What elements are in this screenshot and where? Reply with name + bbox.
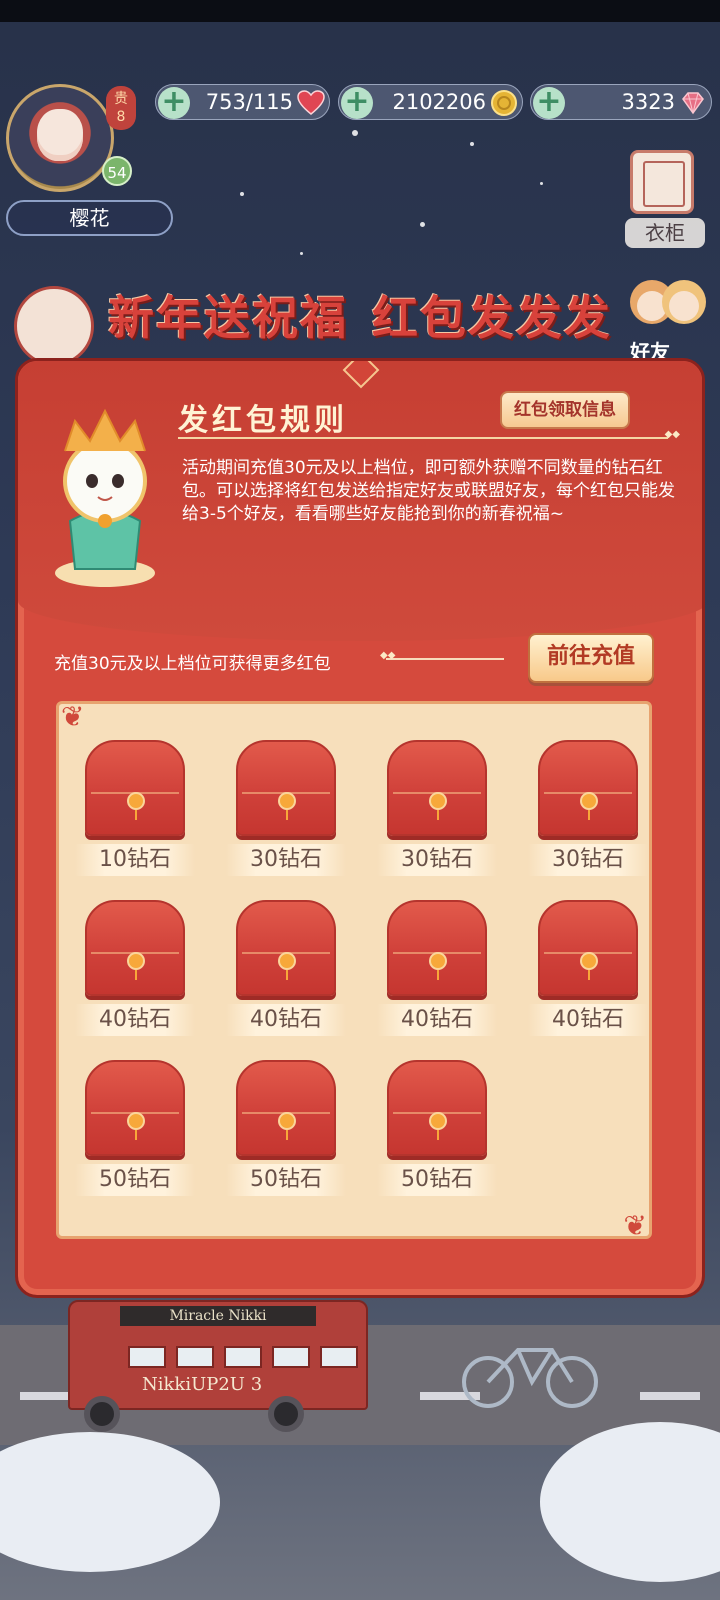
envelope-amount: 30钻石 (377, 844, 497, 876)
envelope-amount: 30钻石 (226, 844, 346, 876)
envelope-amount: 40钻石 (528, 1004, 648, 1036)
red-envelope-icon (85, 900, 185, 996)
wardrobe-button[interactable]: 衣柜 (625, 218, 705, 248)
vip-badge: 贵 8 (106, 86, 136, 130)
red-envelope-item[interactable]: 40钻石 (226, 900, 346, 1040)
red-envelope-icon (236, 1060, 336, 1156)
red-envelope-item[interactable]: 40钻石 (377, 900, 497, 1040)
gold-coin-icon (491, 90, 517, 116)
gold-clasp-icon (580, 952, 598, 980)
gold-clasp-icon (429, 1112, 447, 1140)
bus-logo: NikkiUP2U 3 (142, 1374, 263, 1395)
envelope-amount: 30钻石 (528, 844, 648, 876)
red-envelope-item[interactable]: 30钻石 (377, 740, 497, 880)
red-envelope-panel: 发红包规则 红包领取信息 活动期间充值30元及以上档位，即可额外获赠不同数量的钻… (15, 358, 705, 1298)
red-envelope-icon (538, 900, 638, 996)
red-envelope-icon (387, 1060, 487, 1156)
red-envelope-icon (236, 740, 336, 836)
red-envelope-icon (387, 900, 487, 996)
red-envelope-item[interactable]: 30钻石 (226, 740, 346, 880)
red-envelope-icon (538, 740, 638, 836)
red-envelope-item[interactable]: 50钻石 (377, 1060, 497, 1200)
dragon-mascot-icon (55, 408, 155, 587)
gold-clasp-icon (278, 792, 296, 820)
envelope-amount: 50钻石 (226, 1164, 346, 1196)
gold-clasp-icon (278, 1112, 296, 1140)
gold-clasp-icon (127, 952, 145, 980)
status-bar (0, 0, 720, 22)
gold-value: 2102206 (392, 90, 486, 114)
corner-ornament-icon: ❦ (623, 1209, 647, 1242)
corner-ornament-icon: ❦ (61, 700, 85, 733)
envelope-amount: 50钻石 (377, 1164, 497, 1196)
diamond-value: 3323 (621, 90, 675, 114)
player-avatar[interactable] (6, 84, 114, 192)
red-envelope-icon (236, 900, 336, 996)
red-envelope-icon (387, 740, 487, 836)
diamond-counter[interactable]: + 3323 (530, 84, 712, 120)
add-gold-button[interactable]: + (341, 87, 373, 119)
divider (178, 429, 680, 440)
red-envelope-item[interactable]: 50钻石 (226, 1060, 346, 1200)
gold-counter[interactable]: + 2102206 (338, 84, 523, 120)
gold-clasp-icon (580, 792, 598, 820)
envelope-amount: 40钻石 (377, 1004, 497, 1036)
gold-clasp-icon (429, 792, 447, 820)
gold-clasp-icon (278, 952, 296, 980)
envelope-amount: 40钻石 (226, 1004, 346, 1036)
red-envelope-item[interactable]: 40钻石 (75, 900, 195, 1040)
red-envelope-item[interactable]: 30钻石 (528, 740, 648, 880)
level-badge: 54 (102, 156, 132, 186)
player-name[interactable]: 樱花 (6, 200, 173, 236)
red-envelope-item[interactable]: 40钻石 (528, 900, 648, 1040)
red-envelope-icon (85, 1060, 185, 1156)
envelope-grid: ❦ ❦ 10钻石 30钻石 30钻石 30钻石 40钻石 40钻石 40钻石 40钻石 50钻石… (56, 700, 652, 1242)
recharge-note: 充值30元及以上档位可获得更多红包 (54, 654, 331, 674)
gold-clasp-icon (429, 952, 447, 980)
event-banner-title: 新年送祝福 红包发发发 (108, 291, 612, 345)
rules-text: 活动期间充值30元及以上档位，即可额外获赠不同数量的钻石红包。可以选择将红包发送… (182, 458, 675, 524)
red-envelope-item[interactable]: 10钻石 (75, 740, 195, 880)
divider (380, 650, 504, 661)
gold-clasp-icon (127, 792, 145, 820)
bus-sign: Miracle Nikki (120, 1306, 316, 1326)
red-envelope-item[interactable]: 50钻石 (75, 1060, 195, 1200)
diamond-icon (682, 92, 704, 115)
gold-clasp-icon (127, 1112, 145, 1140)
rules-title: 发红包规则 (178, 403, 348, 438)
bicycle-icon (462, 1348, 598, 1408)
go-recharge-button[interactable]: 前往充值 (528, 633, 654, 683)
stamina-value: 753/115 (205, 90, 293, 114)
red-envelope-icon (85, 740, 185, 836)
add-stamina-button[interactable]: + (158, 87, 190, 119)
double-decker-bus: Miracle Nikki NikkiUP2U 3 (68, 1300, 368, 1432)
envelope-info-button[interactable]: 红包领取信息 (500, 391, 630, 429)
envelope-amount: 40钻石 (75, 1004, 195, 1036)
wardrobe-icon[interactable] (630, 150, 694, 214)
envelope-amount: 50钻石 (75, 1164, 195, 1196)
add-diamond-button[interactable]: + (533, 87, 565, 119)
heart-icon (297, 90, 325, 115)
envelope-amount: 10钻石 (75, 844, 195, 876)
stamina-counter[interactable]: + 753/115 (155, 84, 330, 120)
